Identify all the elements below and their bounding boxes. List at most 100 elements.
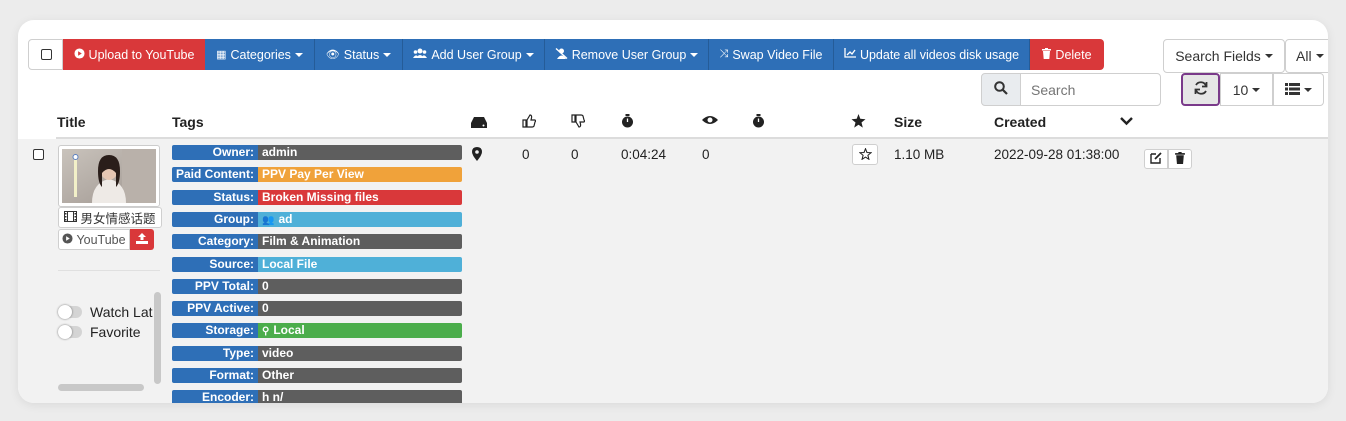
thumbs-up-icon[interactable] xyxy=(522,114,537,131)
chevron-down-icon xyxy=(525,52,534,57)
row-delete-button[interactable] xyxy=(1168,149,1192,169)
watch-later-toggle[interactable] xyxy=(58,305,82,319)
play-circle-icon xyxy=(74,47,85,62)
page-size-dropdown[interactable]: 10 xyxy=(1220,73,1273,106)
tag-row: Owner: admin xyxy=(172,145,462,160)
vertical-scrollbar[interactable] xyxy=(154,292,161,384)
tag-value-text: h n/ xyxy=(262,390,284,403)
play-circle-icon xyxy=(62,232,73,247)
user-slash-icon xyxy=(555,47,568,62)
favorite-toggle[interactable] xyxy=(58,325,82,339)
eye-icon: 👁 xyxy=(325,49,340,61)
column-header-size[interactable]: Size xyxy=(894,114,922,130)
watch-later-label: Watch Lat xyxy=(90,304,153,320)
tag-value-text: ad xyxy=(278,211,293,226)
tag-value: PPV Pay Per View xyxy=(258,167,462,183)
delete-button[interactable]: Delete xyxy=(1030,39,1104,70)
refresh-button[interactable] xyxy=(1181,73,1220,106)
tag-value: admin xyxy=(258,145,462,160)
tag-row: Encoder: h n/ xyxy=(172,390,462,403)
chevron-down-icon xyxy=(1252,87,1261,92)
hdd-icon[interactable] xyxy=(471,116,487,131)
video-thumbnail[interactable] xyxy=(58,145,160,207)
chevron-down-icon xyxy=(294,52,303,57)
swap-video-file-button[interactable]: ⤨ Swap Video File xyxy=(709,39,834,70)
horizontal-scrollbar[interactable] xyxy=(58,384,144,391)
video-title-button[interactable]: 男女情感话题 xyxy=(58,207,162,228)
tag-value: 0 xyxy=(258,301,462,317)
chart-line-icon xyxy=(844,48,856,61)
tag-key: Encoder: xyxy=(172,390,258,403)
add-user-group-dropdown[interactable]: Add User Group xyxy=(403,39,545,70)
remove-user-group-dropdown[interactable]: Remove User Group xyxy=(545,39,709,70)
sort-desc-icon[interactable] xyxy=(1120,114,1133,129)
column-header-tags[interactable]: Tags xyxy=(172,114,204,130)
tag-value: Other xyxy=(258,368,462,383)
tag-value: ⚲ Local xyxy=(258,323,462,339)
youtube-upload-button[interactable] xyxy=(130,229,154,250)
tag-key: PPV Total: xyxy=(172,278,258,294)
chevron-down-icon xyxy=(383,52,392,57)
duration: 0:04:24 xyxy=(621,147,667,162)
row-checkbox[interactable] xyxy=(33,149,44,160)
list-icon xyxy=(1285,82,1300,98)
categories-dropdown[interactable]: ▦ Categories xyxy=(205,39,315,70)
column-header-title[interactable]: Title xyxy=(57,114,86,130)
tag-value-text: 0 xyxy=(262,278,269,293)
video-size: 1.10 MB xyxy=(894,147,945,162)
shuffle-icon: ⤨ xyxy=(719,48,729,60)
select-all-checkbox[interactable] xyxy=(41,49,52,60)
search-button[interactable] xyxy=(981,73,1021,106)
created-date: 2022-09-28 01:38:00 xyxy=(994,147,1120,162)
edit-button[interactable] xyxy=(1144,149,1168,169)
tag-row: PPV Active: 0 xyxy=(172,301,462,317)
stopwatch-icon[interactable] xyxy=(621,114,634,131)
star-outline-icon xyxy=(858,146,872,163)
tag-key: Status: xyxy=(172,189,258,205)
search-fields-dropdown[interactable]: Search Fields xyxy=(1163,39,1285,73)
tag-key: Paid Content: xyxy=(172,167,258,183)
tag-value-text: admin xyxy=(262,145,298,159)
edit-icon xyxy=(1150,151,1162,167)
tag-value-text: 0 xyxy=(262,301,269,316)
tag-value-text: Local xyxy=(273,323,305,338)
users-icon: 👥 xyxy=(262,214,275,226)
tag-key: PPV Active: xyxy=(172,301,258,317)
tag-row: Paid Content: PPV Pay Per View xyxy=(172,167,462,183)
upload-to-youtube-button[interactable]: Upload to YouTube xyxy=(63,39,205,70)
column-header-created[interactable]: Created xyxy=(994,114,1046,130)
tag-value: h n/ xyxy=(258,390,462,403)
select-all-container[interactable] xyxy=(28,39,63,70)
tag-row: Storage: ⚲ Local xyxy=(172,323,462,339)
chevron-down-icon xyxy=(1304,87,1312,92)
chevron-down-icon xyxy=(1315,54,1324,58)
tag-row: Status: Broken Missing files xyxy=(172,189,462,205)
tag-key: Source: xyxy=(172,256,258,272)
tag-value: Local File xyxy=(258,256,462,272)
categories-icon: ▦ xyxy=(216,49,227,61)
tag-value: Broken Missing files xyxy=(258,189,462,205)
status-dropdown[interactable]: 👁 Status xyxy=(315,39,403,70)
tag-value: video xyxy=(258,345,462,361)
youtube-button[interactable]: YouTube xyxy=(58,229,130,250)
tag-value: 👥 ad xyxy=(258,211,462,227)
filter-all-dropdown[interactable]: All xyxy=(1285,39,1328,73)
views-count: 0 xyxy=(702,147,710,162)
favorite-star-button[interactable] xyxy=(852,144,878,165)
film-icon xyxy=(64,210,78,225)
tag-row: Group: 👥 ad xyxy=(172,211,462,227)
tag-key: Category: xyxy=(172,234,258,250)
eye-icon[interactable] xyxy=(702,114,718,129)
stopwatch-icon[interactable] xyxy=(752,114,765,131)
tag-value-text: PPV Pay Per View xyxy=(262,167,364,182)
tag-value-text: Film & Animation xyxy=(262,234,361,249)
tag-key: Storage: xyxy=(172,323,258,339)
chevron-down-icon xyxy=(1264,54,1273,58)
column-toggle-dropdown[interactable] xyxy=(1273,73,1324,106)
star-icon[interactable] xyxy=(851,114,866,131)
update-disk-usage-button[interactable]: Update all videos disk usage xyxy=(834,39,1030,70)
thumbs-down-icon[interactable] xyxy=(571,114,586,131)
search-input[interactable] xyxy=(1020,73,1161,106)
tag-value-text: video xyxy=(262,345,294,360)
tag-row: Format: Other xyxy=(172,368,462,383)
